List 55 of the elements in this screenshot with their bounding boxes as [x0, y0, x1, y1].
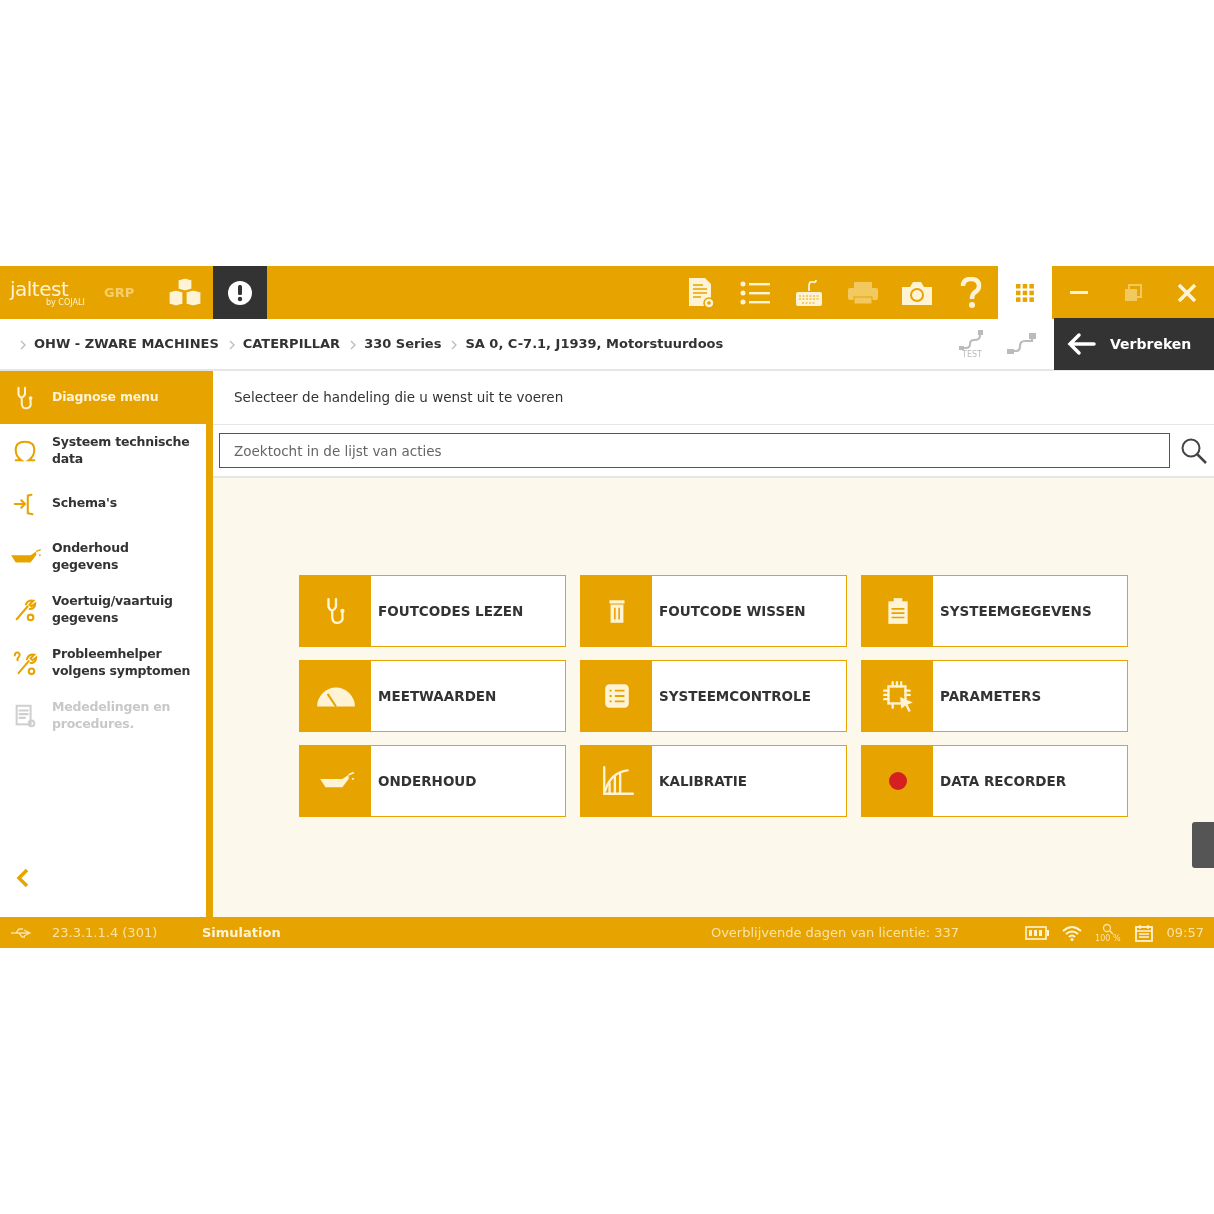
breadcrumb-link[interactable]: 330 Series	[364, 334, 442, 354]
zoom-icon	[1101, 922, 1114, 935]
action-tile[interactable]: SYSTEEMCONTROLE	[580, 660, 847, 732]
breadcrumb-link[interactable]: SA 0, C-7.1, J1939, Motorstuurdoos	[465, 334, 724, 354]
close-icon	[1177, 282, 1197, 303]
test-label: TEST	[962, 351, 982, 359]
chevron-icon	[228, 339, 235, 350]
collapse-chevron-icon	[16, 867, 30, 888]
breadcrumb-link[interactable]: CATERPILLAR	[242, 334, 341, 354]
side-panel-handle[interactable]	[1192, 822, 1214, 868]
license-text: Overblijvende dagen van licentie: 337	[710, 923, 960, 942]
wifi-icon	[1061, 925, 1084, 942]
cable-icon	[958, 329, 986, 351]
minimize-icon	[1070, 291, 1088, 294]
report-icon	[686, 275, 716, 310]
calendar-icon	[1134, 924, 1153, 943]
action-tile[interactable]: ONDERHOUD	[299, 745, 566, 817]
product-label: GRP	[104, 283, 136, 302]
mode-text: Simulation	[202, 923, 281, 942]
instruction-text: Selecteer de handeling die u wenst uit te voeren	[213, 371, 1214, 425]
chevron-icon	[451, 339, 458, 350]
logo-byline: by COJALI	[46, 298, 86, 307]
wrench-question-icon	[12, 649, 38, 676]
zoom-level-text: 100 %	[1095, 934, 1121, 943]
battery-icon	[1025, 925, 1050, 940]
clock-text: 09:57	[1166, 923, 1204, 942]
disconnect-button[interactable]: Verbreken	[1054, 318, 1214, 370]
action-tile[interactable]: FOUTCODE WISSEN	[580, 575, 847, 647]
usb-icon	[10, 927, 32, 938]
printer-icon	[846, 279, 880, 306]
cubes-icon	[167, 277, 202, 308]
action-tile[interactable]: FOUTCODES LEZEN	[299, 575, 566, 647]
alert-button[interactable]	[213, 266, 267, 319]
search-field[interactable]: Zoektocht in de lijst van acties	[219, 433, 1170, 468]
search-icon	[1180, 436, 1208, 465]
action-tile[interactable]: PARAMETERS	[861, 660, 1128, 732]
alert-icon	[227, 279, 253, 306]
chevron-icon	[350, 339, 357, 350]
back-arrow-icon	[1066, 332, 1096, 356]
action-tile[interactable]: KALIBRATIE	[580, 745, 847, 817]
search-button[interactable]	[1180, 436, 1208, 465]
action-tile[interactable]: MEETWAARDEN	[299, 660, 566, 732]
breadcrumb-link[interactable]: OHW - ZWARE MACHINES	[34, 334, 219, 354]
action-tile[interactable]: SYSTEEMGEGEVENS	[861, 575, 1128, 647]
version-text: 23.3.1.1.4 (301)	[52, 923, 159, 942]
restore-icon	[1124, 283, 1142, 302]
keyboard-icon	[794, 277, 824, 308]
chevron-icon	[20, 339, 26, 350]
chip-cursor-icon	[880, 679, 915, 713]
cable-icon	[1006, 331, 1038, 357]
grid-icon	[1016, 283, 1034, 302]
help-icon	[960, 276, 982, 309]
logo-wordmark: jaltest	[10, 278, 69, 299]
record-dot-icon	[887, 771, 908, 791]
action-tile[interactable]: DATA RECORDER	[861, 745, 1128, 817]
